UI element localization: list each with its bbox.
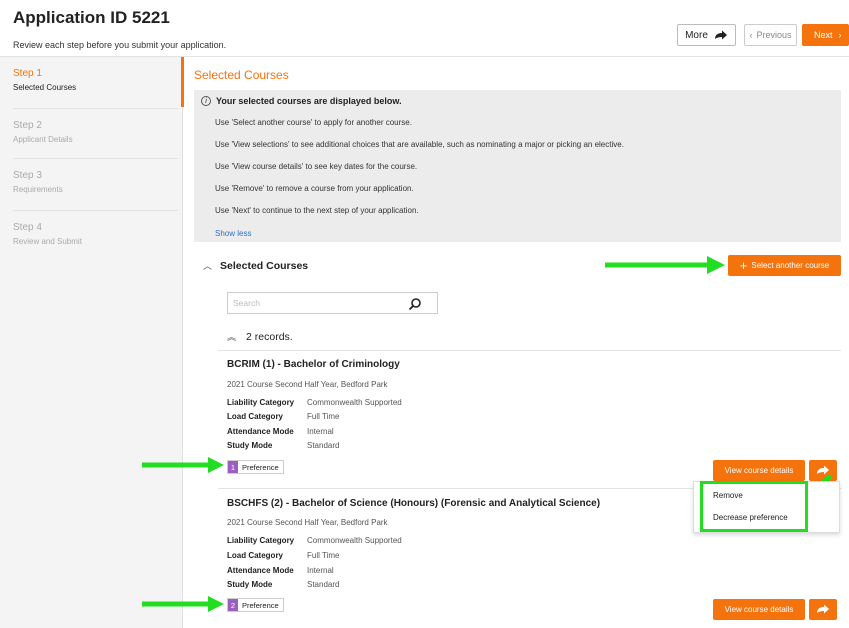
select-another-course-button[interactable]: + Select another course: [728, 255, 841, 276]
step-divider: [13, 158, 178, 159]
course-field: Load Category Full Time: [227, 551, 339, 560]
field-key: Study Mode: [227, 580, 273, 589]
field-value: Internal: [307, 427, 334, 436]
course-title: BCRIM (1) - Bachelor of Criminology: [227, 359, 400, 370]
annotation-highlight-box: [700, 481, 808, 532]
course-title: BSCHFS (2) - Bachelor of Science (Honour…: [227, 498, 601, 509]
more-button[interactable]: More: [677, 24, 736, 46]
info-panel: i Your selected courses are displayed be…: [194, 90, 841, 242]
sidebar-step-1[interactable]: Step 1 Selected Courses: [13, 68, 178, 92]
search-input[interactable]: Search: [227, 292, 438, 314]
next-button[interactable]: Next ›: [802, 24, 849, 46]
page-header: Application ID 5221 Review each step bef…: [0, 0, 849, 57]
course-actions-button[interactable]: [809, 599, 837, 620]
preference-label: Preference: [242, 462, 279, 472]
annotation-arrow-icon: [142, 596, 224, 612]
course-field: Liability Category Commonwealth Supporte…: [227, 536, 402, 545]
step-number: Step 4: [13, 222, 42, 233]
selected-courses-heading: Selected Courses: [220, 259, 309, 272]
chevron-right-icon: ›: [838, 30, 842, 40]
field-value: Standard: [307, 441, 340, 450]
step-number: Step 2: [13, 120, 42, 131]
search-placeholder: Search: [233, 298, 260, 308]
course-field: Attendance Mode Internal: [227, 566, 334, 575]
sidebar-step-2[interactable]: Step 2 Applicant Details: [13, 120, 178, 144]
sidebar-step-3[interactable]: Step 3 Requirements: [13, 170, 178, 194]
info-icon: i: [201, 96, 211, 106]
sidebar-step-4[interactable]: Step 4 Review and Submit: [13, 222, 178, 246]
page-subtitle: Review each step before you submit your …: [13, 40, 227, 50]
info-heading: i Your selected courses are displayed be…: [201, 96, 402, 106]
show-less-link[interactable]: Show less: [215, 229, 251, 238]
chevron-left-icon: ‹: [749, 30, 753, 40]
annotation-arrow-icon: [605, 256, 725, 274]
course-field: Attendance Mode Internal: [227, 427, 334, 436]
field-key: Attendance Mode: [227, 566, 294, 575]
field-key: Study Mode: [227, 441, 273, 450]
field-value: Internal: [307, 566, 334, 575]
select-another-course-label: Select another course: [751, 261, 830, 270]
info-line: Use 'Remove' to remove a course from you…: [215, 184, 414, 193]
search-icon[interactable]: [408, 297, 422, 311]
preference-badge: 1 Preference: [227, 460, 284, 474]
course-field: Study Mode Standard: [227, 580, 339, 589]
divider: [218, 350, 841, 351]
next-button-label: Next: [814, 30, 833, 40]
chevron-up-icon: ︿: [203, 261, 213, 271]
plus-icon: +: [739, 258, 748, 273]
selected-courses-toggle[interactable]: ︿ Selected Courses: [203, 259, 308, 272]
field-key: Load Category: [227, 551, 284, 560]
info-line: Use 'View selections' to see additional …: [215, 140, 624, 149]
view-course-details-button[interactable]: View course details: [713, 460, 805, 481]
more-arrow-icon: [714, 30, 727, 39]
active-step-indicator: [181, 57, 184, 107]
info-line: Use 'View course details' to see key dat…: [215, 162, 418, 171]
field-key: Liability Category: [227, 398, 295, 407]
step-label: Requirements: [13, 185, 63, 194]
field-value: Full Time: [307, 412, 340, 421]
main-section-title: Selected Courses: [194, 68, 289, 82]
more-button-label: More: [685, 29, 708, 41]
field-value: Commonwealth Supported: [307, 536, 402, 545]
step-divider: [13, 108, 178, 109]
records-count: ︽ 2 records.: [227, 330, 293, 343]
preference-badge: 2 Preference: [227, 598, 284, 612]
info-line: Use 'Select another course' to apply for…: [215, 118, 412, 127]
field-value: Commonwealth Supported: [307, 398, 402, 407]
info-heading-text: Your selected courses are displayed belo…: [216, 96, 402, 106]
double-chevron-up-icon[interactable]: ︽: [227, 330, 236, 343]
preference-label: Preference: [242, 600, 279, 610]
course-subtitle: 2021 Course Second Half Year, Bedford Pa…: [227, 518, 388, 527]
field-key: Attendance Mode: [227, 427, 294, 436]
field-value: Standard: [307, 580, 340, 589]
page-title: Application ID 5221: [13, 8, 170, 27]
records-label: 2 records.: [246, 330, 293, 343]
step-divider: [13, 210, 178, 211]
annotation-arrow-icon: [142, 457, 224, 473]
field-key: Load Category: [227, 412, 284, 421]
preference-number: 2: [228, 599, 238, 611]
info-line: Use 'Next' to continue to the next step …: [215, 206, 419, 215]
previous-button-label: Previous: [756, 30, 792, 40]
field-key: Liability Category: [227, 536, 295, 545]
course-field: Liability Category Commonwealth Supporte…: [227, 398, 402, 407]
step-label: Selected Courses: [13, 83, 77, 92]
step-number: Step 1: [13, 68, 42, 79]
field-value: Full Time: [307, 551, 340, 560]
course-field: Study Mode Standard: [227, 441, 339, 450]
preference-number: 1: [228, 461, 238, 473]
previous-button[interactable]: ‹ Previous: [744, 24, 797, 46]
action-arrow-icon: [817, 604, 829, 614]
course-subtitle: 2021 Course Second Half Year, Bedford Pa…: [227, 380, 388, 389]
step-label: Applicant Details: [13, 135, 73, 144]
step-label: Review and Submit: [13, 237, 82, 246]
step-number: Step 3: [13, 170, 42, 181]
view-course-details-button[interactable]: View course details: [713, 599, 805, 620]
course-field: Load Category Full Time: [227, 412, 339, 421]
